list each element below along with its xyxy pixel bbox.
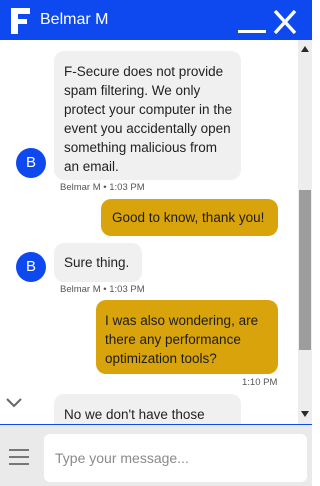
- minimize-icon: [238, 30, 266, 33]
- message-meta: Belmar M • 1:03 PM: [60, 182, 145, 193]
- message-list[interactable]: F-Secure does not provide spam filtering…: [0, 40, 298, 424]
- agent-message-bubble: F-Secure does not provide spam filtering…: [54, 51, 241, 180]
- message-text: Good to know, thank you!: [112, 210, 265, 225]
- message-input[interactable]: [44, 434, 307, 482]
- chevron-down-icon[interactable]: [4, 396, 24, 410]
- hamburger-menu-icon[interactable]: [9, 449, 31, 467]
- scroll-down-arrow-icon[interactable]: [301, 411, 309, 417]
- user-message-bubble: I was also wondering, are there any perf…: [96, 300, 278, 374]
- scrollbar[interactable]: [298, 40, 312, 424]
- agent-avatar: B: [16, 252, 46, 282]
- scrollbar-thumb[interactable]: [299, 190, 311, 350]
- chat-header: Belmar M: [0, 0, 312, 40]
- close-icon[interactable]: [272, 8, 298, 36]
- minimize-button[interactable]: [236, 10, 268, 36]
- user-message-bubble: Good to know, thank you!: [101, 199, 278, 236]
- message-composer: [0, 424, 312, 486]
- f-secure-logo: [11, 8, 30, 34]
- message-text: No we don't have those: [64, 407, 205, 422]
- agent-avatar: B: [16, 148, 46, 178]
- message-text: I was also wondering, are there any perf…: [105, 313, 259, 366]
- message-text: Sure thing.: [64, 255, 130, 270]
- message-meta: Belmar M • 1:03 PM: [60, 284, 145, 295]
- message-text: F-Secure does not provide spam filtering…: [64, 64, 233, 174]
- message-input-container: [44, 434, 307, 482]
- scroll-up-arrow-icon[interactable]: [301, 46, 309, 52]
- agent-message-bubble: No we don't have those: [54, 394, 241, 424]
- agent-message-bubble: Sure thing.: [54, 243, 142, 282]
- message-meta: 1:10 PM: [242, 377, 278, 388]
- agent-name: Belmar M: [40, 11, 109, 28]
